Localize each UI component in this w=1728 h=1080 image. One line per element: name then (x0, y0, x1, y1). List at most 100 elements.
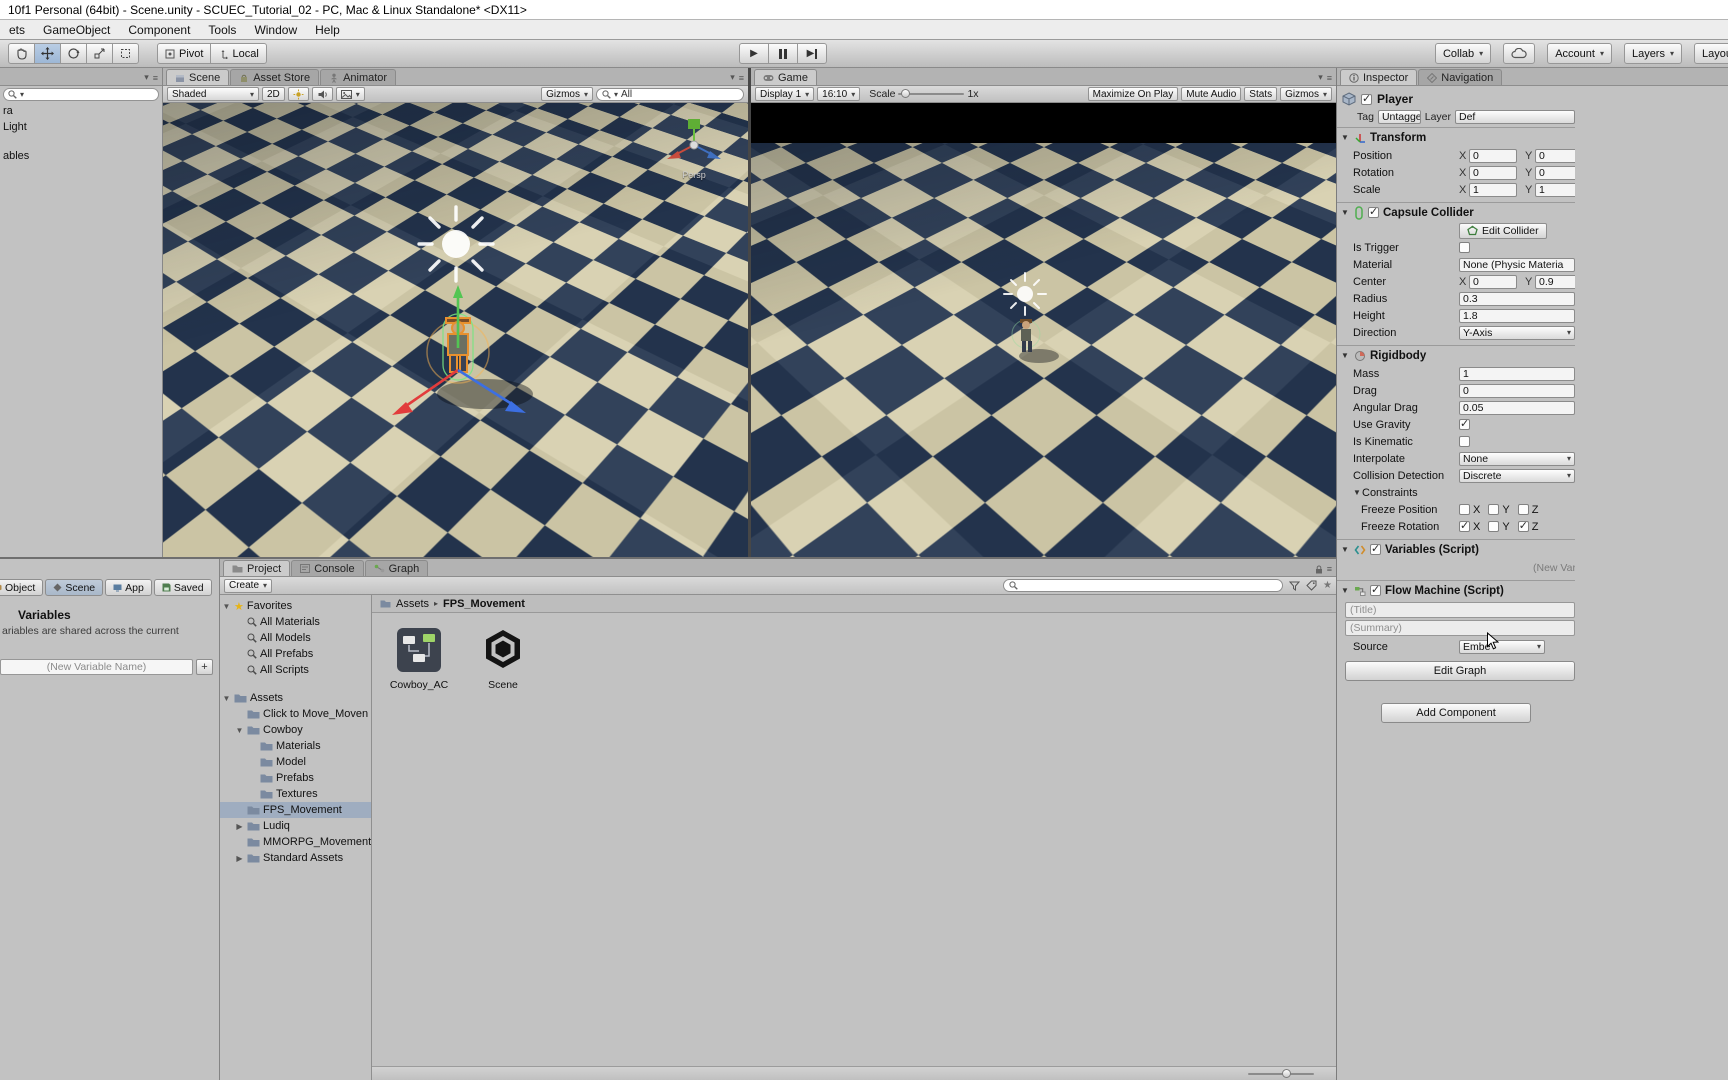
axis-checkbox[interactable] (1517, 504, 1529, 515)
component-header[interactable]: ▼ Capsule Collider (1337, 203, 1575, 222)
property-checkbox[interactable] (1459, 436, 1470, 447)
scene-search-input[interactable]: ▾ All (596, 87, 744, 101)
variables-tab-object[interactable]: Object (0, 579, 44, 596)
breadcrumb-current[interactable]: FPS_Movement (443, 598, 525, 610)
tab-navigation[interactable]: Navigation (1418, 69, 1503, 85)
foldout-arrow-icon[interactable]: ▼ (1353, 488, 1362, 497)
layers-dropdown[interactable]: Layers ▾ (1623, 43, 1682, 64)
2d-toggle-button[interactable]: 2D (262, 87, 285, 101)
rotate-tool-button[interactable] (60, 43, 87, 64)
audio-toggle-button[interactable] (311, 87, 333, 101)
menu-item-help[interactable]: Help (306, 20, 349, 39)
foldout-arrow-icon[interactable]: ▼ (1341, 133, 1350, 142)
thumbnail-size-slider[interactable] (1248, 1068, 1314, 1078)
component-enabled-checkbox[interactable] (1368, 205, 1379, 218)
pivot-toggle-button[interactable]: Pivot (157, 43, 212, 64)
directional-light-gizmo[interactable] (410, 198, 502, 290)
hierarchy-item[interactable]: ra (0, 103, 162, 119)
axis-value-field[interactable]: 0 (1469, 165, 1517, 180)
component-header[interactable]: ▼ Flow Machine (Script) (1337, 581, 1575, 600)
foldout-arrow-icon[interactable]: ▼ (1341, 351, 1350, 360)
foldout-arrow-icon[interactable]: ▼ (1341, 545, 1350, 554)
component-header[interactable]: ▼ Variables (Script) (1337, 540, 1575, 559)
property-dropdown[interactable]: None ▾ (1459, 451, 1575, 466)
cloud-button[interactable] (1503, 43, 1536, 64)
axis-checkbox[interactable] (1488, 521, 1500, 532)
placeholder-field[interactable]: (Title) (1345, 602, 1575, 618)
menu-item-component[interactable]: Component (119, 20, 199, 39)
project-tree-item-assets[interactable]: ▼ Assets (220, 690, 371, 706)
menu-item-gameobject[interactable]: GameObject (34, 20, 119, 39)
maximize-on-play-toggle[interactable]: Maximize On Play (1087, 87, 1179, 101)
property-dropdown[interactable]: Y-Axis ▾ (1459, 325, 1575, 340)
project-tree-item-fps-movement[interactable]: FPS_Movement (220, 802, 371, 818)
project-tree-item-mmorpg-movement[interactable]: MMORPG_Movement (220, 834, 371, 850)
layout-dropdown[interactable]: Layout▾ (1694, 43, 1728, 64)
axis-value-field[interactable]: 0 (1535, 165, 1575, 180)
panel-dropdown-icon[interactable]: ▾ (144, 72, 149, 83)
slider-knob[interactable] (1282, 1068, 1291, 1078)
search-by-type-icon[interactable] (1289, 580, 1301, 591)
value-field[interactable]: 1 (1459, 366, 1575, 381)
property-dropdown[interactable]: Discrete ▾ (1459, 468, 1575, 483)
scene-orientation-gizmo[interactable]: Persp (662, 117, 726, 180)
new-variable-input[interactable]: (New Variable Name) (0, 659, 193, 675)
game-gizmos-dropdown[interactable]: Gizmos ▾ (1280, 87, 1332, 101)
tree-foldout-icon[interactable]: ▼ (235, 726, 244, 735)
asset-item-cowboy-ac[interactable]: Cowboy_AC (388, 627, 450, 1066)
axis-value-field[interactable]: 0.9 (1535, 274, 1575, 289)
tree-foldout-icon[interactable]: ▼ (222, 602, 231, 611)
variables-tab-app[interactable]: App (105, 579, 152, 596)
component-enabled-checkbox[interactable] (1370, 583, 1381, 596)
panel-dropdown-icon[interactable]: ▾ (1318, 72, 1323, 83)
axis-value-field[interactable]: 1 (1469, 182, 1517, 197)
tab-asset-store[interactable]: Asset Store (230, 69, 320, 85)
add-component-button[interactable]: Add Component (1381, 703, 1531, 723)
display-dropdown[interactable]: Display 1 ▾ (755, 87, 815, 101)
project-tree-item-favorites[interactable]: ▼ ★ Favorites (220, 598, 371, 614)
rect-tool-button[interactable] (112, 43, 139, 64)
tab-inspector[interactable]: Inspector (1340, 69, 1418, 85)
placeholder-field[interactable]: (Summary) (1345, 620, 1575, 636)
project-tree-item-ludiq[interactable]: ▶ Ludiq (220, 818, 371, 834)
tab-graph[interactable]: Graph (364, 560, 429, 576)
panel-menu-icon[interactable]: ≡ (739, 73, 744, 83)
slider-knob[interactable] (901, 89, 911, 98)
gameobject-active-checkbox[interactable] (1361, 92, 1372, 105)
component-enabled-checkbox[interactable] (1370, 542, 1381, 555)
project-tree-item-prefabs[interactable]: Prefabs (220, 770, 371, 786)
project-tree-item-cowboy[interactable]: ▼ Cowboy (220, 722, 371, 738)
local-toggle-button[interactable]: Local (210, 43, 267, 64)
tree-foldout-icon[interactable]: ▶ (235, 822, 244, 831)
account-dropdown[interactable]: Account ▾ (1547, 43, 1612, 64)
project-tree-item-all-scripts[interactable]: All Scripts (220, 662, 371, 678)
tab-console[interactable]: Console (291, 560, 364, 576)
project-tree-item-click-to-move-moven[interactable]: Click to Move_Moven (220, 706, 371, 722)
panel-menu-icon[interactable]: ≡ (153, 73, 158, 83)
panel-dropdown-icon[interactable]: ▾ (730, 72, 735, 83)
value-field[interactable]: 0 (1459, 383, 1575, 398)
value-field[interactable]: None (Physic Materia (1459, 257, 1575, 272)
selected-character[interactable] (373, 278, 548, 448)
hierarchy-item[interactable]: ables (0, 148, 162, 164)
axis-checkbox[interactable] (1517, 519, 1529, 532)
menu-item-window[interactable]: Window (245, 20, 306, 39)
hierarchy-search-input[interactable]: ▾ (3, 88, 159, 101)
tag-dropdown[interactable]: Untagged▾ (1377, 110, 1421, 124)
tree-foldout-icon[interactable]: ▶ (235, 854, 244, 863)
add-variable-button[interactable]: + (196, 659, 213, 675)
edit-collider-button[interactable]: Edit Collider (1459, 222, 1547, 239)
axis-value-field[interactable]: 0 (1469, 148, 1517, 163)
search-by-label-icon[interactable] (1306, 580, 1317, 591)
game-viewport[interactable] (751, 103, 1336, 557)
aspect-ratio-dropdown[interactable]: 16:10 ▾ (817, 87, 861, 101)
axis-checkbox[interactable] (1488, 504, 1500, 515)
project-search-input[interactable] (1003, 579, 1284, 592)
axis-value-field[interactable]: 0 (1535, 148, 1575, 163)
tab-project[interactable]: Project (223, 560, 291, 576)
variables-tab-scene[interactable]: Scene (45, 579, 104, 596)
axis-value-field[interactable]: 0 (1469, 274, 1517, 289)
axis-value-field[interactable]: 1 (1535, 182, 1575, 197)
mute-audio-toggle[interactable]: Mute Audio (1181, 87, 1242, 101)
project-tree-item-all-prefabs[interactable]: All Prefabs (220, 646, 371, 662)
